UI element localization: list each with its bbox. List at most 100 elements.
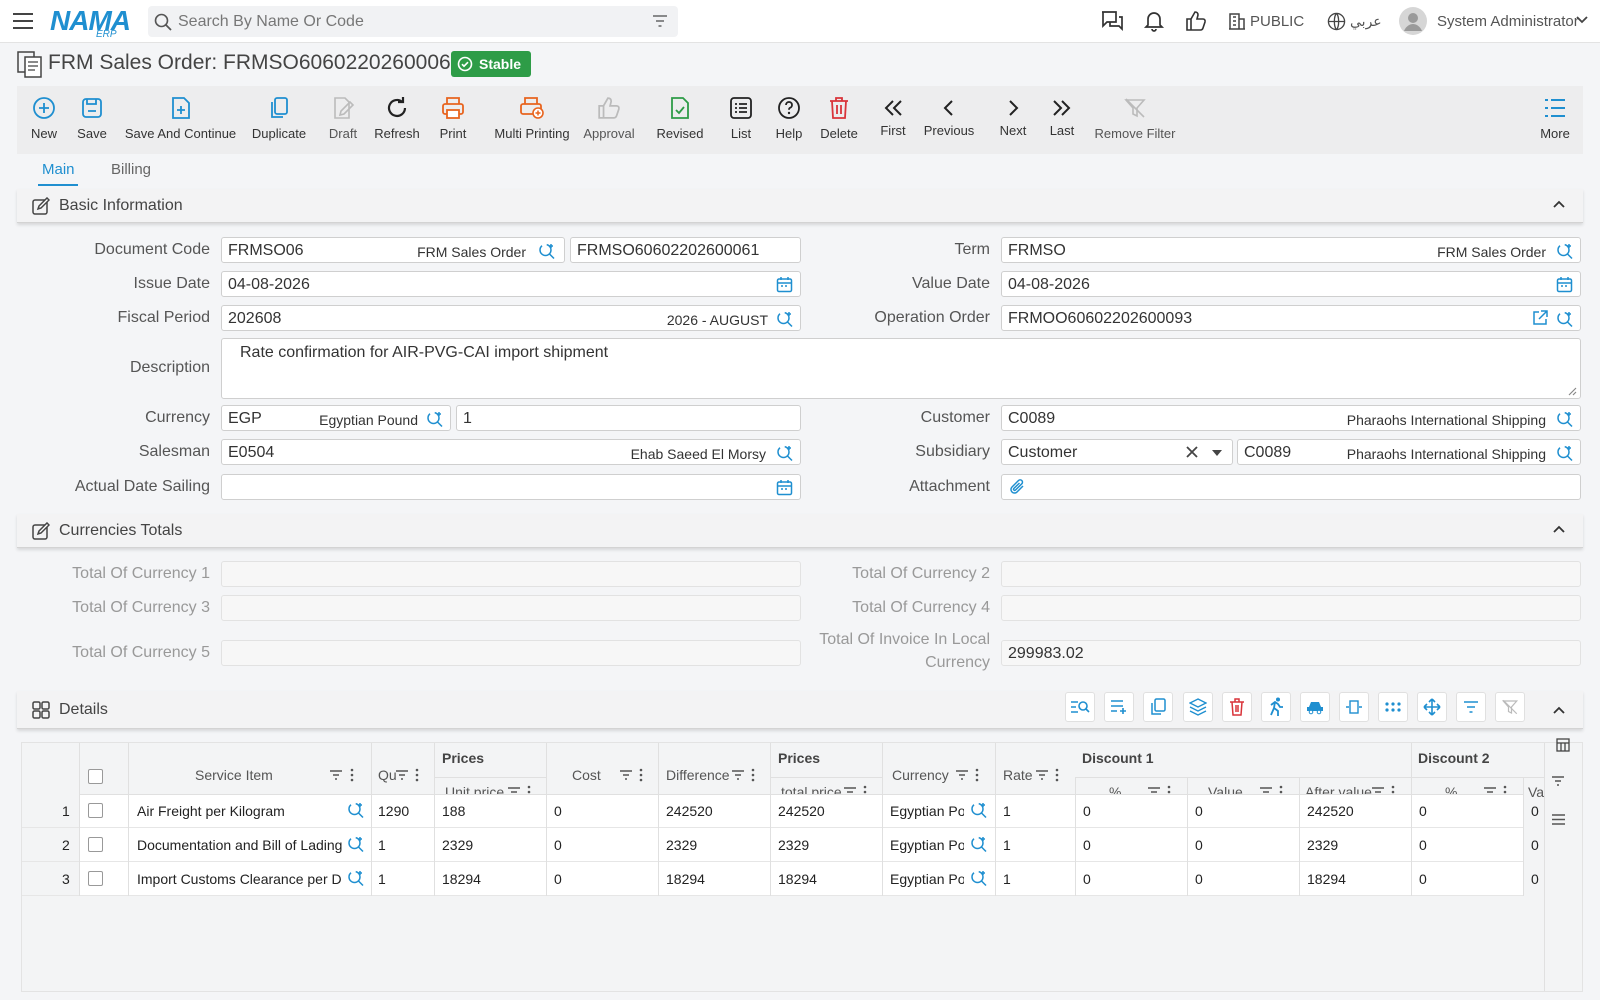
cost-cell[interactable]: 0 — [554, 803, 562, 819]
service-item-cell[interactable]: Import Customs Clearance per Declaration — [137, 871, 342, 887]
paperclip-icon[interactable] — [1009, 478, 1027, 496]
menu-icon[interactable] — [12, 11, 34, 31]
column-filter-icon[interactable] — [732, 770, 744, 780]
add-lines-button[interactable] — [1104, 692, 1134, 722]
row-checkbox[interactable] — [88, 803, 103, 818]
basic-information-header[interactable]: Basic Information — [17, 189, 1583, 223]
tab-main[interactable]: Main — [42, 161, 75, 178]
save-button[interactable]: Save — [75, 86, 109, 154]
actual-date-sailing-field[interactable] — [221, 474, 801, 500]
customer-field[interactable]: C0089 Pharaohs International Shipping — [1001, 405, 1581, 431]
discount2-value-cell[interactable]: 0 — [1531, 837, 1539, 853]
list-button[interactable]: List — [727, 86, 755, 154]
difference-cell[interactable]: 18294 — [666, 871, 705, 887]
avatar[interactable] — [1399, 7, 1427, 35]
clear-icon[interactable] — [1186, 446, 1198, 458]
external-link-icon[interactable] — [1532, 310, 1548, 326]
cost-cell[interactable]: 0 — [554, 871, 562, 887]
column-menu-icon[interactable] — [350, 768, 354, 782]
document-number-field[interactable]: FRMSO60602202600061 — [570, 237, 801, 263]
column-menu-icon[interactable] — [751, 768, 755, 782]
column-menu-icon[interactable] — [975, 768, 979, 782]
total-price-cell[interactable]: 2329 — [778, 837, 809, 853]
salesman-field[interactable]: E0504 Ehab Saeed El Morsy — [221, 439, 801, 465]
fiscal-period-field[interactable]: 202608 2026 - AUGUST — [221, 305, 801, 331]
lookup-search-icon[interactable] — [347, 869, 365, 887]
select-all-checkbox[interactable] — [88, 769, 103, 784]
lookup-search-icon[interactable] — [970, 869, 988, 887]
column-filter-icon[interactable] — [396, 770, 408, 780]
lookup-search-icon[interactable] — [426, 410, 444, 428]
currencies-totals-header[interactable]: Currencies Totals — [17, 514, 1583, 548]
discount1-value-cell[interactable]: 0 — [1195, 871, 1203, 887]
discount1-value-cell[interactable]: 0 — [1195, 837, 1203, 853]
lookup-search-icon[interactable] — [776, 310, 794, 328]
revised-button[interactable]: Revised — [656, 86, 704, 154]
unit-price-cell[interactable]: 188 — [442, 803, 465, 819]
unit-price-cell[interactable]: 18294 — [442, 871, 481, 887]
column-menu-icon[interactable] — [639, 768, 643, 782]
filter-icon[interactable] — [652, 14, 668, 28]
col-discount2-value[interactable]: Va — [1528, 784, 1544, 800]
discount2-value-cell[interactable]: 0 — [1531, 803, 1539, 819]
first-button[interactable]: First — [878, 86, 908, 154]
previous-button[interactable]: Previous — [924, 86, 974, 154]
rate-cell[interactable]: 1 — [1003, 803, 1011, 819]
nama-logo[interactable]: NAMA ERP — [50, 5, 132, 40]
currency-field[interactable]: EGP Egyptian Pound — [221, 405, 451, 431]
fit-columns-button[interactable] — [1339, 692, 1369, 722]
value-date-field[interactable]: 04-08-2026 — [1001, 271, 1581, 297]
total-price-cell[interactable]: 18294 — [778, 871, 817, 887]
col-rate[interactable]: Rate — [1003, 767, 1033, 783]
lookup-search-icon[interactable] — [970, 835, 988, 853]
subsidiary-type-select[interactable]: Customer — [1001, 439, 1233, 465]
side-menu-icon[interactable] — [1552, 814, 1565, 825]
grid-search-button[interactable] — [1065, 692, 1095, 722]
lookup-search-icon[interactable] — [970, 801, 988, 819]
lookup-search-icon[interactable] — [347, 835, 365, 853]
row-checkbox[interactable] — [88, 871, 103, 886]
copy-lines-button[interactable] — [1143, 692, 1173, 722]
discount1-pct-cell[interactable]: 0 — [1083, 837, 1091, 853]
discount2-pct-cell[interactable]: 0 — [1419, 871, 1427, 887]
multi-printing-button[interactable]: Multi Printing — [492, 86, 572, 154]
issue-date-field[interactable]: 04-08-2026 — [221, 271, 801, 297]
col-cost[interactable]: Cost — [572, 767, 601, 783]
tab-billing[interactable]: Billing — [111, 161, 151, 178]
col-quantity[interactable]: Qu — [378, 767, 397, 783]
chat-icon[interactable] — [1100, 10, 1124, 32]
difference-cell[interactable]: 242520 — [666, 803, 713, 819]
discount2-pct-cell[interactable]: 0 — [1419, 837, 1427, 853]
quantity-cell[interactable]: 1 — [378, 871, 386, 887]
new-button[interactable]: New — [27, 86, 61, 154]
unit-price-cell[interactable]: 2329 — [442, 837, 473, 853]
next-button[interactable]: Next — [998, 86, 1028, 154]
chevron-up-icon[interactable] — [1553, 706, 1565, 714]
total-price-cell[interactable]: 242520 — [778, 803, 825, 819]
col-difference[interactable]: Difference — [666, 767, 730, 783]
currency-cell[interactable]: Egyptian Pound — [890, 871, 964, 887]
lookup-search-icon[interactable] — [1556, 444, 1574, 462]
print-button[interactable]: Print — [436, 86, 470, 154]
column-menu-icon[interactable] — [1055, 768, 1059, 782]
chevron-up-icon[interactable] — [1553, 200, 1565, 208]
discount2-pct-cell[interactable]: 0 — [1419, 803, 1427, 819]
dots-grid-button[interactable] — [1378, 692, 1408, 722]
environment-label[interactable]: PUBLIC — [1250, 13, 1304, 30]
calendar-icon[interactable] — [776, 479, 793, 496]
col-service-item[interactable]: Service Item — [195, 767, 273, 783]
bell-icon[interactable] — [1143, 10, 1165, 32]
more-button[interactable]: More — [1539, 86, 1571, 154]
filter-button[interactable] — [1456, 692, 1486, 722]
service-item-cell[interactable]: Documentation and Bill of Lading — [137, 837, 342, 853]
remove-filter-button[interactable]: Remove Filter — [1095, 86, 1175, 154]
document-code-field[interactable]: FRMSO06 FRM Sales Order — [221, 237, 565, 263]
global-search[interactable]: Search By Name Or Code — [148, 6, 678, 37]
rate-cell[interactable]: 1 — [1003, 871, 1011, 887]
globe-icon[interactable] — [1327, 12, 1346, 31]
lookup-search-icon[interactable] — [1556, 310, 1574, 328]
operation-order-field[interactable]: FRMOO60602202600093 — [1001, 305, 1581, 331]
quantity-cell[interactable]: 1 — [378, 837, 386, 853]
service-item-cell[interactable]: Air Freight per Kilogram — [137, 803, 342, 819]
column-menu-icon[interactable] — [415, 768, 419, 782]
